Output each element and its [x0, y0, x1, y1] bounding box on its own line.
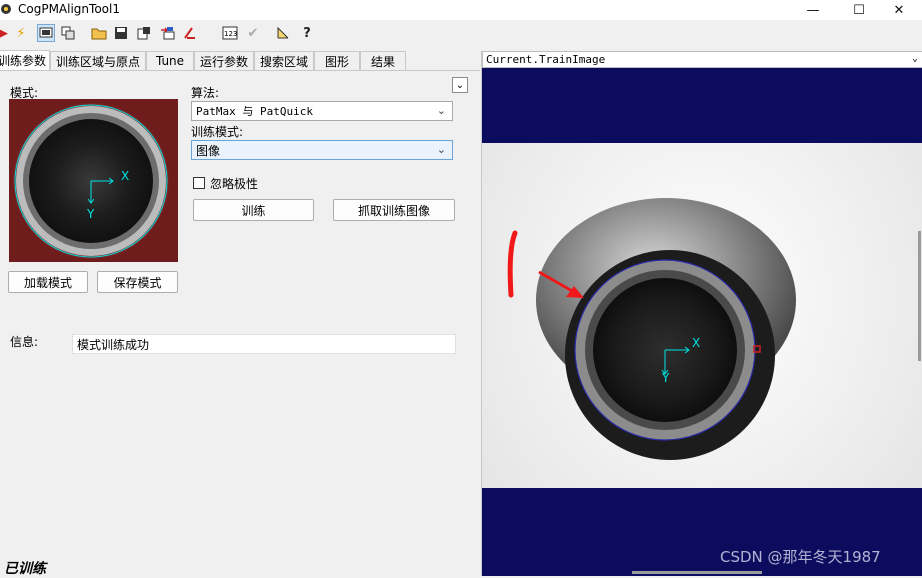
chevron-down-icon: ⌄ — [436, 143, 446, 156]
train-mode-label: 训练模式: — [191, 125, 244, 139]
axis-x-label: X — [121, 169, 130, 183]
algorithm-value: PatMax 与 PatQuick — [196, 105, 313, 118]
tab-results[interactable]: 结果 — [360, 51, 406, 70]
title-bar: CogPMAlignTool1 — ☐ ✕ — [0, 0, 922, 20]
window-title: CogPMAlignTool1 — [18, 2, 120, 16]
svg-text:123: 123 — [224, 30, 237, 38]
reset-icon[interactable] — [181, 24, 199, 42]
ignore-polarity-checkbox[interactable] — [193, 177, 205, 189]
tab-train-params[interactable]: 训练参数 — [0, 50, 50, 70]
tab-train-region[interactable]: 训练区域与原点 — [50, 51, 146, 70]
save-icon[interactable] — [112, 24, 130, 42]
load-pattern-button[interactable]: 加载模式 — [8, 271, 88, 293]
info-field: 模式训练成功 — [72, 334, 456, 354]
grab-train-image-button[interactable]: 抓取训练图像 — [333, 199, 455, 221]
status-text: 已训练 — [4, 561, 46, 577]
axis-y-label: Y — [87, 207, 95, 221]
lightning-icon[interactable]: ⚡ — [12, 24, 30, 42]
collapse-chevron-icon[interactable]: ⌄ — [452, 77, 468, 93]
chevron-down-icon: ⌄ — [436, 104, 446, 117]
display-icon[interactable] — [37, 24, 55, 42]
close-button[interactable]: ✕ — [876, 0, 922, 20]
tab-strip: 训练参数 训练区域与原点 Tune 运行参数 搜索区域 图形 结果 — [0, 50, 480, 70]
top-band — [482, 68, 922, 143]
algorithm-label: 算法: — [191, 86, 220, 100]
pattern-thumbnail: X Y — [9, 99, 178, 262]
train-button[interactable]: 训练 — [193, 199, 314, 221]
export-icon[interactable] — [135, 24, 153, 42]
image-source-value: Current.TrainImage — [486, 53, 606, 66]
horizontal-scrollbar[interactable] — [632, 571, 762, 574]
viewer-axis-y-label: Y — [662, 371, 670, 385]
open-icon[interactable] — [90, 24, 108, 42]
tab-search-region[interactable]: 搜索区域 — [254, 51, 314, 70]
tab-tune[interactable]: Tune — [146, 51, 194, 70]
run-icon[interactable]: ▶ — [0, 24, 12, 42]
train-mode-select[interactable]: 图像 ⌄ — [191, 140, 453, 160]
info-label: 信息: — [10, 335, 39, 349]
train-image — [482, 68, 922, 576]
help-icon[interactable]: ? — [298, 24, 316, 42]
tab-run-params[interactable]: 运行参数 — [194, 51, 254, 70]
watermark: CSDN @那年冬天1987 — [720, 548, 881, 566]
minimize-button[interactable]: — — [790, 0, 836, 20]
toolbar: ▶ ⚡ 123 ✔ ? — [0, 20, 922, 46]
vertical-scrollbar[interactable] — [918, 231, 921, 361]
train-params-panel: 模式: X Y 加载模式 保存模式 算法: PatMax 与 PatQuick — [0, 70, 480, 576]
ruler-icon[interactable] — [274, 24, 292, 42]
image-source-select[interactable]: Current.TrainImage ⌄ — [482, 51, 922, 68]
copy-icon[interactable] — [59, 24, 77, 42]
app-icon — [1, 4, 11, 14]
tab-graphics[interactable]: 图形 — [314, 51, 360, 70]
import-icon[interactable] — [158, 24, 176, 42]
image-viewer: Current.TrainImage ⌄ X Y CSDN @那年冬天1987 — [481, 51, 922, 576]
algorithm-select[interactable]: PatMax 与 PatQuick ⌄ — [191, 101, 453, 121]
chevron-down-icon: ⌄ — [911, 53, 918, 64]
ignore-polarity-label: 忽略极性 — [210, 177, 259, 191]
viewer-axis-x-label: X — [692, 336, 701, 350]
save-pattern-button[interactable]: 保存模式 — [97, 271, 178, 293]
check-icon[interactable]: ✔ — [244, 24, 262, 42]
train-mode-value: 图像 — [196, 143, 221, 158]
numbers-icon[interactable]: 123 — [221, 24, 239, 42]
